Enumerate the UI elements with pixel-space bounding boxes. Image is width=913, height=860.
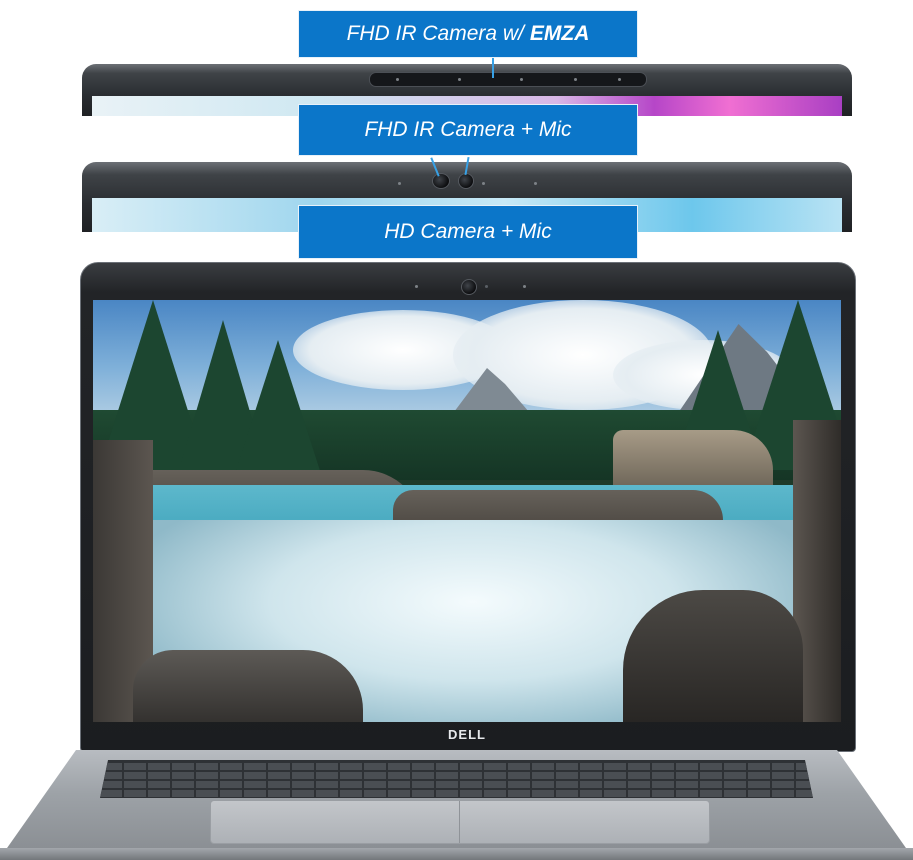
label-fhd-ir-camera-emza-text: FHD IR Camera w/ xyxy=(346,22,524,45)
label-fhd-ir-camera-mic: FHD IR Camera + Mic xyxy=(298,104,638,156)
label-hd-camera-mic-text: HD Camera + Mic xyxy=(384,220,552,243)
arrow-down-icon xyxy=(492,58,494,78)
label-fhd-ir-camera-mic-text: FHD IR Camera + Mic xyxy=(364,118,572,141)
ir-sensor-icon xyxy=(432,173,450,189)
webcam-icon xyxy=(458,173,474,189)
laptop-display-wallpaper xyxy=(93,300,841,722)
webcam-icon xyxy=(461,279,477,295)
touchpad xyxy=(210,800,710,844)
dell-logo-icon: DELL xyxy=(448,727,486,742)
laptop-front-edge xyxy=(0,848,913,860)
emza-camera-bar xyxy=(369,72,647,87)
bottom-bezel: DELL xyxy=(93,722,841,748)
label-hd-camera-mic: HD Camera + Mic xyxy=(298,205,638,259)
emza-brand-text: EMZA xyxy=(529,22,590,45)
label-fhd-ir-camera-emza: FHD IR Camera w/ EMZA xyxy=(298,10,638,58)
keyboard xyxy=(100,760,813,798)
